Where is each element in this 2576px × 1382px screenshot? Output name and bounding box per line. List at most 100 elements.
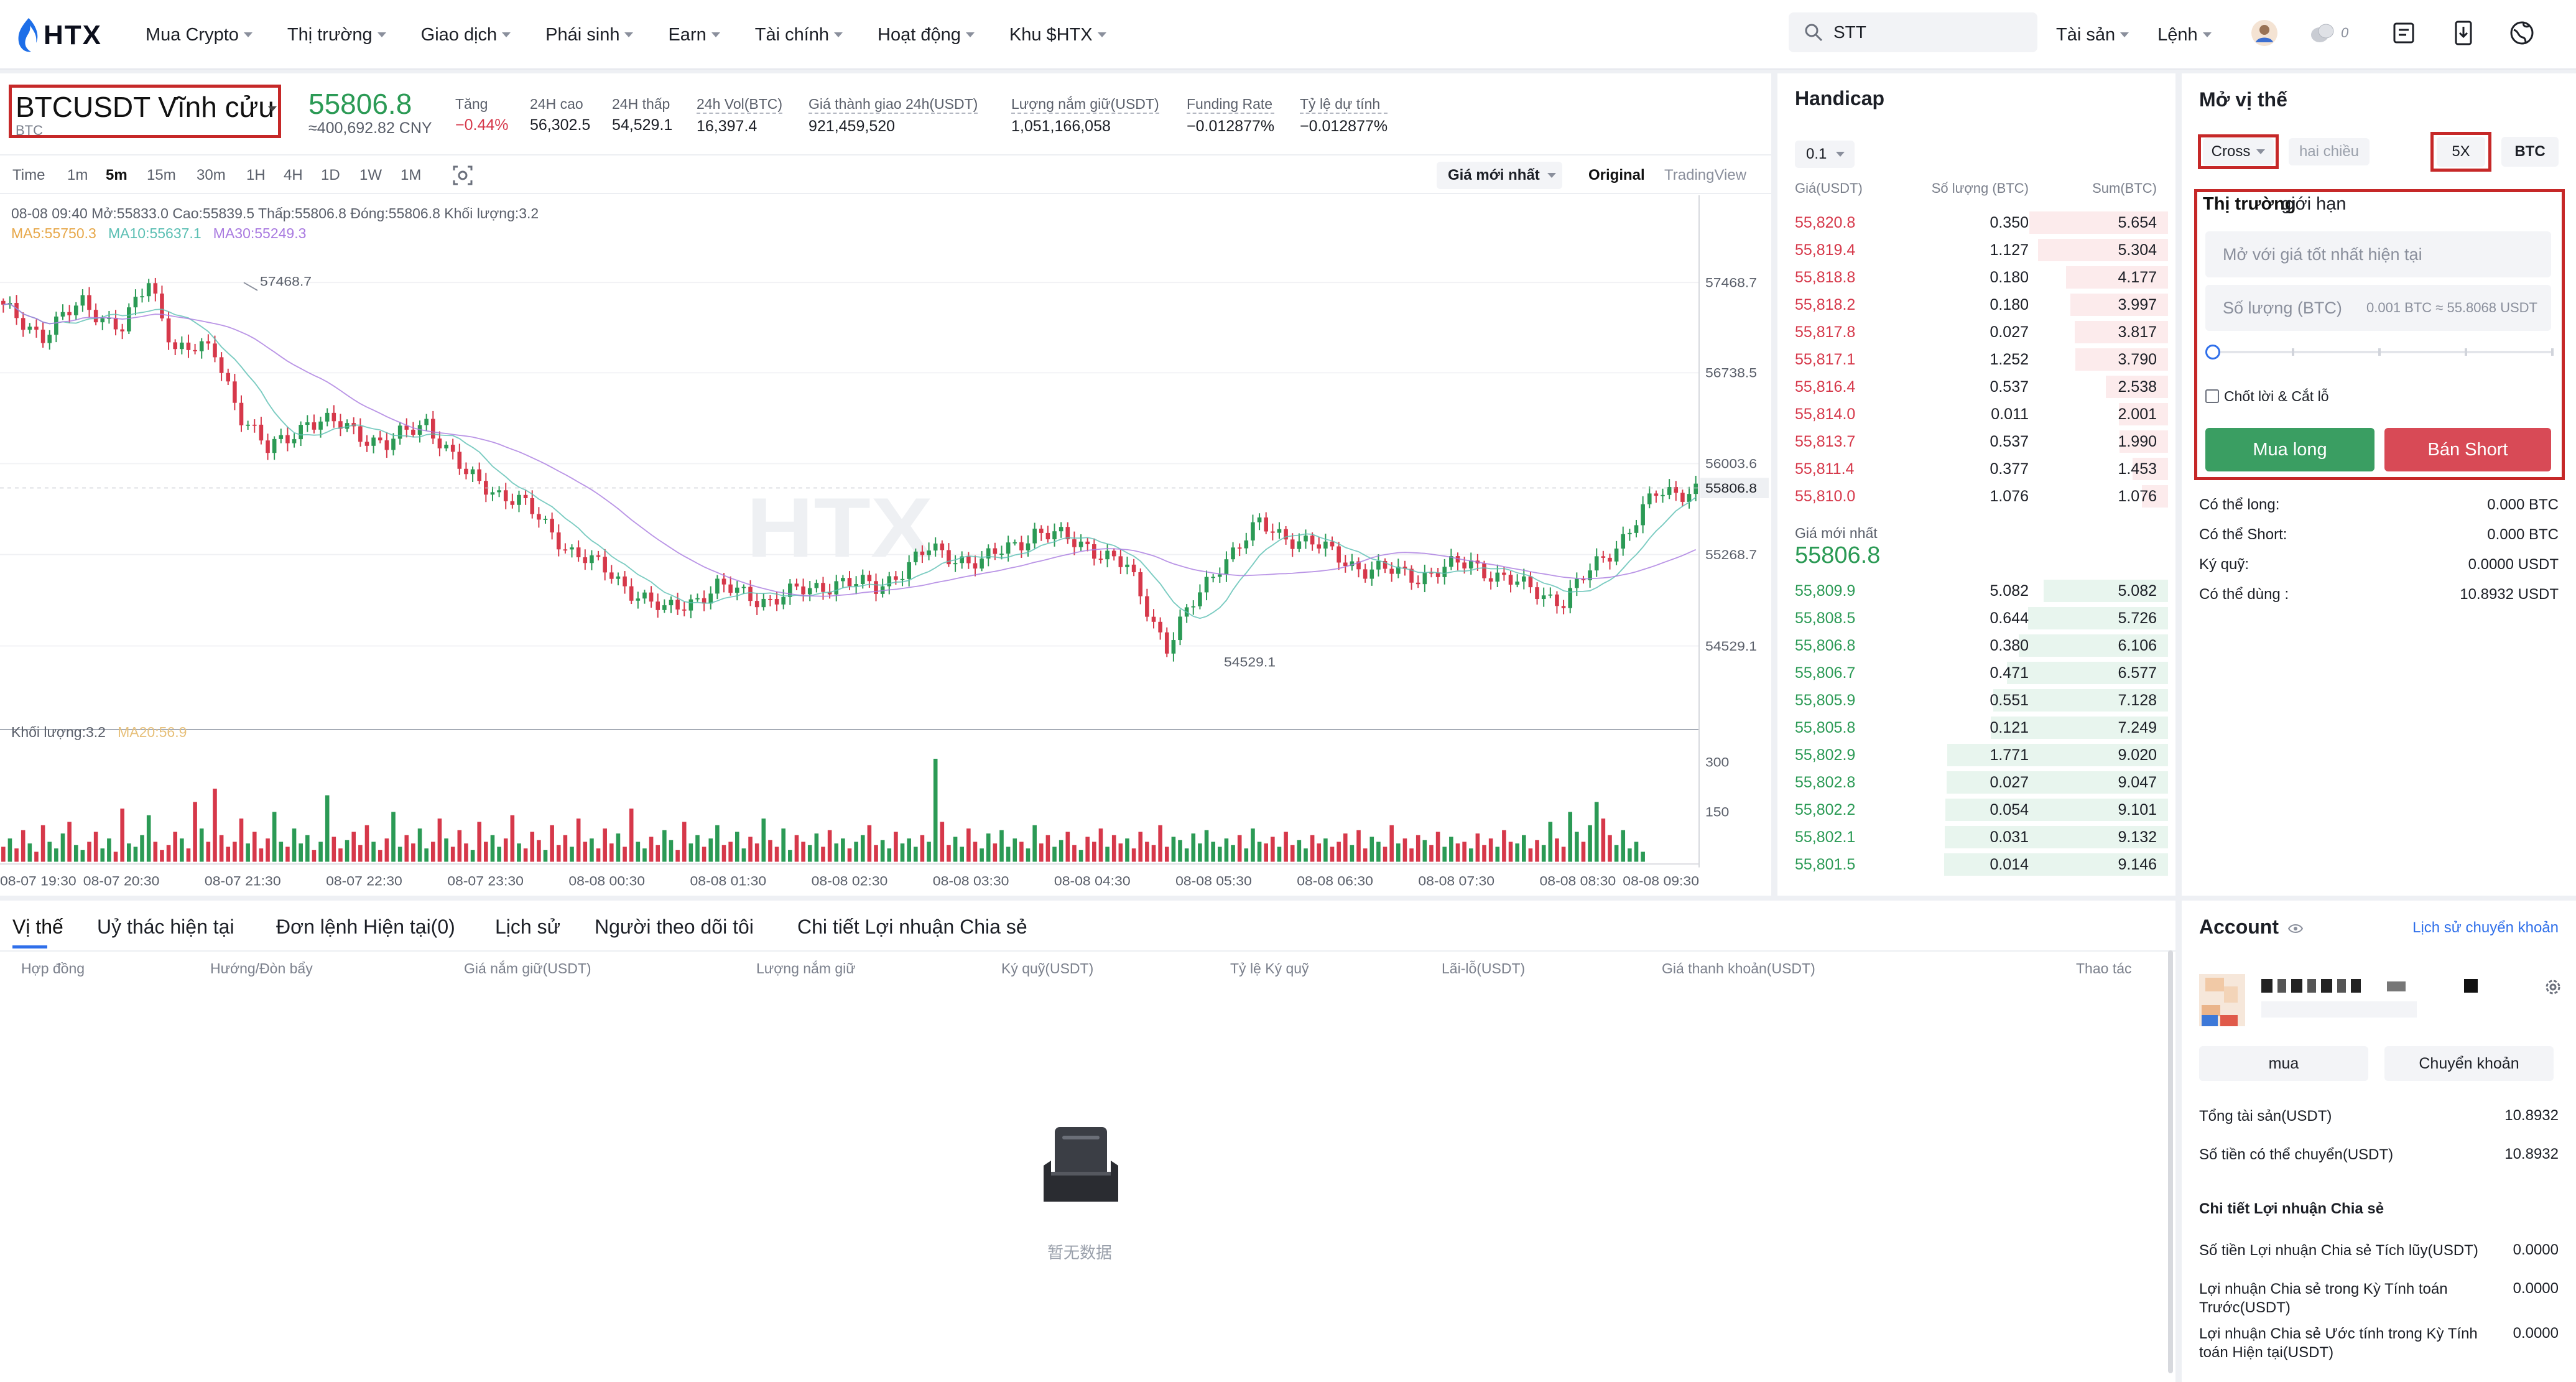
notification-badge[interactable]: 0 (2309, 19, 2358, 47)
position-tab[interactable]: Vị thế (12, 916, 63, 939)
ask-row[interactable]: 55,811.4 0.377 1.453 (1777, 455, 2175, 483)
volume-bar (21, 830, 25, 862)
buy-long-button[interactable]: Mua long (2205, 428, 2374, 471)
settings-gear-icon[interactable] (2544, 978, 2562, 996)
positions-scrollbar[interactable] (2168, 950, 2173, 1373)
transfer-button[interactable]: Chuyển khoản (2384, 1046, 2554, 1081)
timeframe-15m[interactable]: 15m (147, 167, 176, 184)
position-tab[interactable]: Lịch sử (495, 916, 560, 939)
volume-bar (933, 758, 938, 862)
search-input[interactable]: STT (1789, 12, 2037, 52)
timeframe-1w[interactable]: 1W (359, 167, 382, 184)
leverage-button[interactable]: 5X (2437, 137, 2485, 167)
candle-body (73, 305, 78, 315)
nav-menu-item[interactable]: Khu $HTX (1009, 25, 1106, 45)
bid-row[interactable]: 55,805.8 0.121 7.249 (1777, 714, 2175, 741)
ob-sum: 5.082 (2118, 582, 2157, 600)
ask-row[interactable]: 55,820.8 0.350 5.654 (1777, 209, 2175, 236)
unit-button[interactable]: BTC (2501, 137, 2559, 167)
volume-bar (708, 838, 713, 862)
ob-price: 55,819.4 (1795, 241, 1856, 259)
margin-mode-select[interactable]: Cross (2203, 138, 2274, 165)
view-original-tab[interactable]: Original (1588, 167, 1645, 184)
bid-row[interactable]: 55,806.7 0.471 6.577 (1777, 659, 2175, 687)
candle-body (1125, 564, 1129, 567)
position-tab[interactable]: Uỷ thác hiện tại (97, 916, 234, 939)
nav-menu-item[interactable]: Earn (668, 25, 720, 45)
bid-row[interactable]: 55,809.9 5.082 5.082 (1777, 577, 2175, 605)
bid-row[interactable]: 55,808.5 0.644 5.726 (1777, 605, 2175, 632)
price-mode-select[interactable]: Giá mới nhất (1437, 162, 1562, 189)
tpsl-checkbox[interactable] (2205, 389, 2219, 403)
ask-row[interactable]: 55,818.8 0.180 4.177 (1777, 264, 2175, 291)
position-column-header: Tỷ lệ Ký quỹ (1230, 960, 1309, 976)
ob-price: 55,817.1 (1795, 351, 1856, 368)
view-tradingview-tab[interactable]: TradingView (1664, 167, 1746, 184)
nav-menu-item[interactable]: Tài chính (755, 25, 843, 45)
position-tab[interactable]: Người theo dõi tôi (595, 916, 754, 939)
ask-row[interactable]: 55,818.2 0.180 3.997 (1777, 291, 2175, 318)
quantity-input[interactable]: Số lượng (BTC) 0.001 BTC ≈ 55.8068 USDT (2205, 285, 2551, 331)
candle-body (292, 439, 297, 443)
order-type-limit[interactable]: giới hạn (2281, 194, 2346, 215)
position-tab[interactable]: Chi tiết Lợi nhuận Chia sẻ (797, 916, 1027, 939)
language-globe-icon[interactable] (2508, 19, 2536, 47)
volume-bar (973, 842, 978, 862)
quantity-slider-handle[interactable] (2205, 345, 2220, 359)
nav-menu-item[interactable]: Thị trường (287, 25, 386, 45)
screenshot-icon[interactable] (452, 164, 474, 187)
position-tab[interactable]: Đơn lệnh Hiện tại(0) (276, 916, 455, 939)
buy-crypto-button[interactable]: mua (2199, 1046, 2368, 1081)
profit-share-title: Chi tiết Lợi nhuận Chia sẻ (2199, 1200, 2384, 1217)
bid-row[interactable]: 55,802.8 0.027 9.047 (1777, 769, 2175, 796)
ask-row[interactable]: 55,819.4 1.127 5.304 (1777, 236, 2175, 264)
nav-menu-item[interactable]: Mua Crypto (146, 25, 253, 45)
candle-body (662, 605, 667, 610)
htx-logo[interactable]: HTX (15, 14, 102, 57)
ask-row[interactable]: 55,816.4 0.537 2.538 (1777, 373, 2175, 401)
ask-row[interactable]: 55,813.7 0.537 1.990 (1777, 428, 2175, 455)
avatar-icon[interactable] (2250, 19, 2279, 47)
symbol-selector[interactable]: BTCUSDT Vĩnh cửu BTC (9, 85, 281, 138)
ob-price: 55,806.8 (1795, 637, 1856, 654)
timeframe-1m[interactable]: 1M (401, 167, 421, 184)
transfer-history-link[interactable]: Lịch sử chuyển khoản (2412, 919, 2559, 937)
candle-body (616, 576, 621, 579)
timeframe-4h[interactable]: 4H (284, 167, 303, 184)
profit-row: Lợi nhuận Chia sẻ trong Kỳ Tính toán Trư… (2199, 1280, 2559, 1317)
nav-assets[interactable]: Tài sản (2056, 25, 2129, 45)
volume-bar (1429, 845, 1434, 862)
nav-menu-item[interactable]: Giao dịch (421, 25, 511, 45)
candle-body (715, 578, 720, 594)
ask-row[interactable]: 55,810.0 1.076 1.076 (1777, 483, 2175, 510)
bid-row[interactable]: 55,802.9 1.771 9.020 (1777, 741, 2175, 769)
nav-menu-item[interactable]: Phái sinh (545, 25, 634, 45)
volume-bar (259, 848, 264, 862)
ask-row[interactable]: 55,817.8 0.027 3.817 (1777, 318, 2175, 346)
precision-select[interactable]: 0.1 (1795, 141, 1855, 168)
price-input[interactable]: Mở với giá tốt nhất hiện tại (2205, 231, 2551, 277)
bid-row[interactable]: 55,806.8 0.380 6.106 (1777, 632, 2175, 659)
order-list-icon[interactable] (2389, 19, 2418, 47)
bid-row[interactable]: 55,801.5 0.014 9.146 (1777, 851, 2175, 878)
volume-bar (14, 848, 19, 862)
download-icon[interactable] (2449, 19, 2478, 47)
bid-row[interactable]: 55,802.1 0.031 9.132 (1777, 823, 2175, 851)
ask-row[interactable]: 55,814.0 0.011 2.001 (1777, 401, 2175, 428)
ask-row[interactable]: 55,817.1 1.252 3.790 (1777, 346, 2175, 373)
sell-short-button[interactable]: Bán Short (2384, 428, 2551, 471)
nav-menu-item[interactable]: Hoạt động (878, 25, 975, 45)
position-mode-button[interactable]: hai chiều (2289, 138, 2370, 165)
nav-orders[interactable]: Lệnh (2157, 25, 2212, 45)
price-chart[interactable]: 57468.7 56738.5 56003.6 55268.7 54529.1 HTX 57… (0, 195, 1771, 896)
timeframe-30m[interactable]: 30m (197, 167, 226, 184)
eye-icon[interactable] (2287, 923, 2304, 934)
timeframe-time[interactable]: Time (12, 167, 45, 184)
bid-row[interactable]: 55,802.2 0.054 9.101 (1777, 796, 2175, 823)
bid-row[interactable]: 55,805.9 0.551 7.128 (1777, 687, 2175, 714)
timeframe-1d[interactable]: 1D (321, 167, 340, 184)
candle-body (166, 318, 171, 343)
timeframe-5m[interactable]: 5m (106, 167, 127, 184)
timeframe-1h[interactable]: 1H (246, 167, 266, 184)
timeframe-1m[interactable]: 1m (67, 167, 88, 184)
